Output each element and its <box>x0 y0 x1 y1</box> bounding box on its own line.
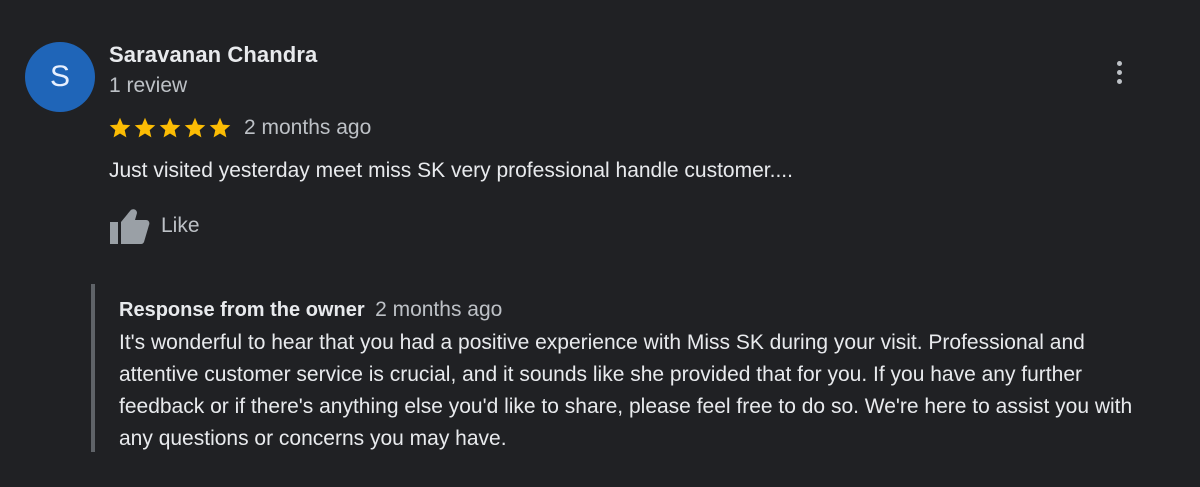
owner-response-text: It's wonderful to hear that you had a po… <box>119 331 1133 450</box>
more-vert-icon-dot <box>1116 78 1122 84</box>
like-label: Like <box>161 214 200 237</box>
owner-response-header: Response from the owner 2 months ago <box>119 298 502 322</box>
avatar[interactable]: S <box>25 42 95 112</box>
like-button[interactable]: Like <box>107 206 200 246</box>
star-icon <box>159 117 181 138</box>
review-count: 1 review <box>109 74 188 97</box>
more-options-button[interactable] <box>1104 56 1134 88</box>
review-text: Just visited yesterday meet miss SK very… <box>109 159 793 182</box>
review-date: 2 months ago <box>244 116 372 139</box>
owner-response-date: 2 months ago <box>375 298 503 321</box>
thumb-up-icon <box>110 209 150 244</box>
star-icon <box>209 117 231 138</box>
more-vert-icon-dot <box>1116 69 1122 75</box>
star-icon <box>109 117 131 138</box>
avatar-letter: S <box>49 60 70 93</box>
star-icon <box>184 117 206 138</box>
owner-response: Response from the owner 2 months ago It'… <box>91 284 1175 452</box>
more-vert-icon <box>1116 60 1122 66</box>
star-rating <box>108 116 232 140</box>
star-icon <box>134 117 156 138</box>
review-card: S Saravanan Chandra 1 review 2 months ag… <box>0 0 1200 487</box>
reviewer-name[interactable]: Saravanan Chandra <box>109 42 317 68</box>
owner-response-title: Response from the owner <box>119 299 365 321</box>
rating-row: 2 months ago <box>108 114 371 142</box>
